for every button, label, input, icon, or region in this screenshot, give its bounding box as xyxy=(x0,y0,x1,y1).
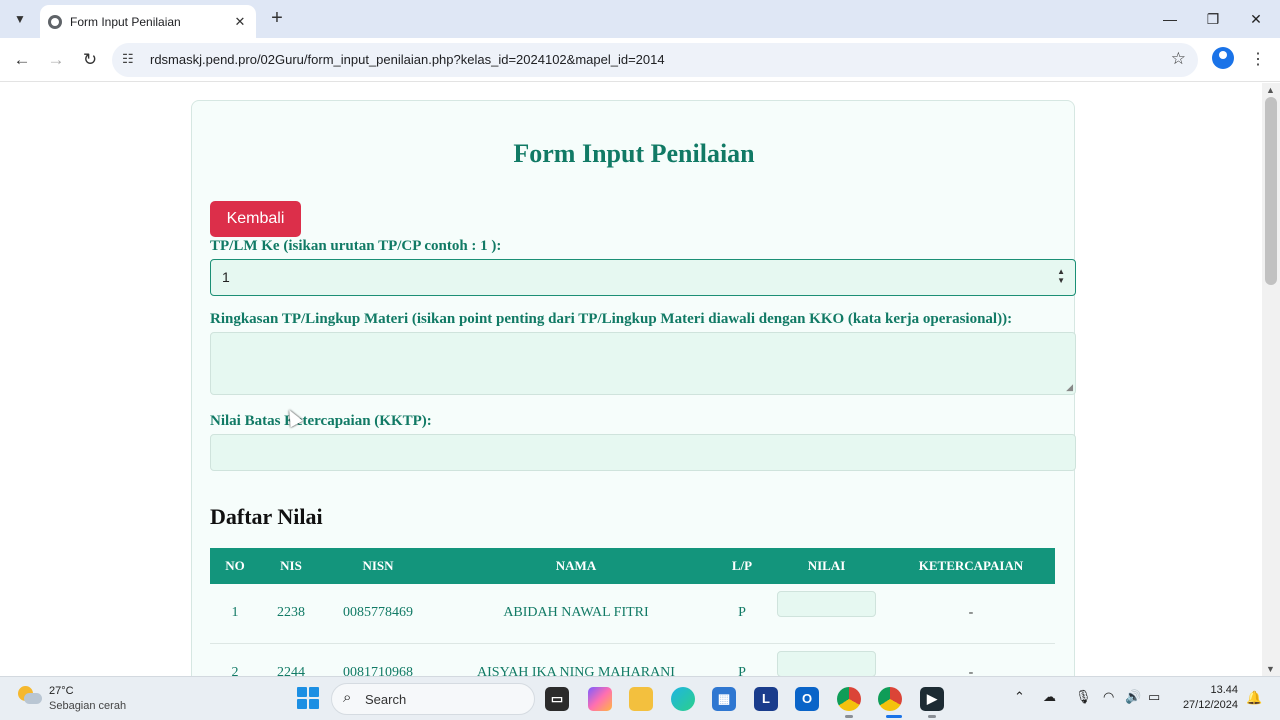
ringkasan-label: Ringkasan TP/Lingkup Materi (isikan poin… xyxy=(210,311,1013,327)
notification-bell-icon[interactable]: 🔔 xyxy=(1246,690,1262,706)
weather-description[interactable]: Sebagian cerah xyxy=(49,700,126,712)
page-title: Form Input Penilaian xyxy=(513,139,755,168)
tab-strip: ▼ Form Input Penilaian ✕ + — ❐ ✕ xyxy=(0,0,1280,38)
cell-nis: 2238 xyxy=(260,584,322,644)
microphone-icon[interactable]: 🎙 xyxy=(1075,689,1092,705)
store-icon[interactable]: ▦ xyxy=(712,687,736,711)
folder-icon[interactable] xyxy=(629,687,653,711)
cell-nilai xyxy=(766,584,887,644)
tab-search-chevron-icon[interactable]: ▼ xyxy=(8,7,32,31)
cell-nisn: 0081710968 xyxy=(322,643,434,676)
windows-taskbar: 27°C Sebagian cerah ⌕ Search ▭ ▦ L O ▶ ⌃… xyxy=(0,676,1280,720)
clock-time[interactable]: 13.44 xyxy=(1196,684,1238,696)
clock-date[interactable]: 27/12/2024 xyxy=(1176,699,1238,711)
resize-grip-icon[interactable]: ◢ xyxy=(1066,382,1073,393)
kktp-input[interactable] xyxy=(210,434,1076,471)
bookmark-star-icon[interactable]: ☆ xyxy=(1171,49,1186,69)
scrollbar-thumb[interactable] xyxy=(1265,97,1277,285)
profile-avatar-icon[interactable] xyxy=(1212,47,1234,69)
copilot-icon[interactable] xyxy=(588,687,612,711)
onedrive-cloud-icon[interactable]: ☁ xyxy=(1043,689,1056,705)
cell-lp: P xyxy=(718,584,766,644)
search-icon: ⌕ xyxy=(343,689,352,706)
cell-nama: ABIDAH NAWAL FITRI xyxy=(434,584,718,644)
ringkasan-textarea[interactable]: ◢ xyxy=(210,332,1076,395)
chrome-running-indicator xyxy=(845,715,853,718)
grades-table: NO NIS NISN NAMA L/P NILAI KETERCAPAIAN … xyxy=(210,548,1055,676)
form-card: Form Input Penilaian Kembali TP/LM Ke (i… xyxy=(191,100,1076,676)
tray-chevron-up-icon[interactable]: ⌃ xyxy=(1014,689,1025,705)
cell-nisn: 0085778469 xyxy=(322,584,434,644)
kktp-label: Nilai Batas Ketercapaian (KKTP): xyxy=(210,413,432,429)
l-app-icon[interactable]: L xyxy=(754,687,778,711)
chrome-icon[interactable] xyxy=(837,687,861,711)
col-header-nilai: NILAI xyxy=(766,548,887,584)
chrome-active-indicator xyxy=(886,715,902,718)
table-row: 2 2244 0081710968 AISYAH IKA NING MAHARA… xyxy=(210,643,1055,676)
forward-arrow-icon[interactable]: → xyxy=(43,47,69,73)
scroll-up-icon[interactable]: ▲ xyxy=(1266,85,1275,95)
outlook-icon[interactable]: O xyxy=(795,687,819,711)
browser-tab-active[interactable]: Form Input Penilaian ✕ xyxy=(40,5,256,38)
taskbar-search[interactable]: ⌕ Search xyxy=(331,683,535,715)
select-arrows-icon: ▲ ▼ xyxy=(1057,267,1065,285)
col-header-ketercapaian: KETERCAPAIAN xyxy=(887,548,1055,584)
site-info-icon[interactable]: ☷ xyxy=(122,51,134,67)
terminal-icon[interactable]: ▶ xyxy=(920,687,944,711)
col-header-nama: NAMA xyxy=(434,548,718,584)
address-url[interactable]: rdsmaskj.pend.pro/02Guru/form_input_peni… xyxy=(150,52,665,67)
partly-sunny-icon[interactable] xyxy=(18,686,42,706)
browser-menu-icon[interactable]: ⋮ xyxy=(1250,49,1266,69)
cell-nilai xyxy=(766,643,887,676)
windows-start-icon[interactable] xyxy=(297,687,319,709)
table-header-row: NO NIS NISN NAMA L/P NILAI KETERCAPAIAN xyxy=(210,548,1055,584)
reload-icon[interactable]: ↻ xyxy=(77,47,103,73)
file-explorer-icon[interactable]: ▭ xyxy=(545,687,569,711)
kembali-button[interactable]: Kembali xyxy=(210,201,301,237)
col-header-lp: L/P xyxy=(718,548,766,584)
back-arrow-icon[interactable]: ← xyxy=(9,47,35,73)
tab-close-icon[interactable]: ✕ xyxy=(232,14,248,30)
daftar-nilai-title: Daftar Nilai xyxy=(210,504,323,529)
chrome-active-icon[interactable] xyxy=(878,687,902,711)
weather-temperature[interactable]: 27°C xyxy=(49,685,74,697)
page-viewport: Form Input Penilaian Kembali TP/LM Ke (i… xyxy=(0,83,1262,676)
restore-icon[interactable]: ❐ xyxy=(1193,6,1233,32)
tp-select[interactable]: 1 ▲ ▼ xyxy=(210,259,1076,296)
col-header-nis: NIS xyxy=(260,548,322,584)
col-header-nisn: NISN xyxy=(322,548,434,584)
cell-no: 2 xyxy=(210,643,260,676)
wifi-icon[interactable]: ◠ xyxy=(1103,689,1114,705)
new-tab-button[interactable]: + xyxy=(266,8,288,30)
tp-select-value: 1 xyxy=(222,269,230,285)
cell-lp: P xyxy=(718,643,766,676)
cell-nama: AISYAH IKA NING MAHARANI xyxy=(434,643,718,676)
scroll-down-icon[interactable]: ▼ xyxy=(1266,664,1275,674)
nilai-input[interactable] xyxy=(777,591,876,618)
volume-icon[interactable]: 🔊 xyxy=(1125,689,1141,705)
minimize-icon[interactable]: — xyxy=(1150,6,1190,32)
cell-nis: 2244 xyxy=(260,643,322,676)
cell-no: 1 xyxy=(210,584,260,644)
browser-toolbar: ← → ↻ ☷ rdsmaskj.pend.pro/02Guru/form_in… xyxy=(0,38,1280,82)
edge-icon[interactable] xyxy=(671,687,695,711)
cell-ketercapaian: - xyxy=(887,584,1055,644)
globe-favicon-icon xyxy=(48,14,62,29)
terminal-running-indicator xyxy=(928,715,936,718)
page-scrollbar[interactable]: ▲ ▼ xyxy=(1262,83,1280,676)
cell-ketercapaian: - xyxy=(887,643,1055,676)
table-row: 1 2238 0085778469 ABIDAH NAWAL FITRI P - xyxy=(210,584,1055,644)
window-close-icon[interactable]: ✕ xyxy=(1236,6,1276,32)
battery-icon[interactable]: ▭ xyxy=(1148,689,1160,705)
taskbar-search-placeholder: Search xyxy=(365,692,407,707)
nilai-input[interactable] xyxy=(777,650,876,676)
tp-label: TP/LM Ke (isikan urutan TP/CP contoh : 1… xyxy=(210,238,502,254)
address-bar[interactable]: ☷ rdsmaskj.pend.pro/02Guru/form_input_pe… xyxy=(112,43,1198,77)
col-header-no: NO xyxy=(210,548,260,584)
tab-title: Form Input Penilaian xyxy=(70,14,181,29)
